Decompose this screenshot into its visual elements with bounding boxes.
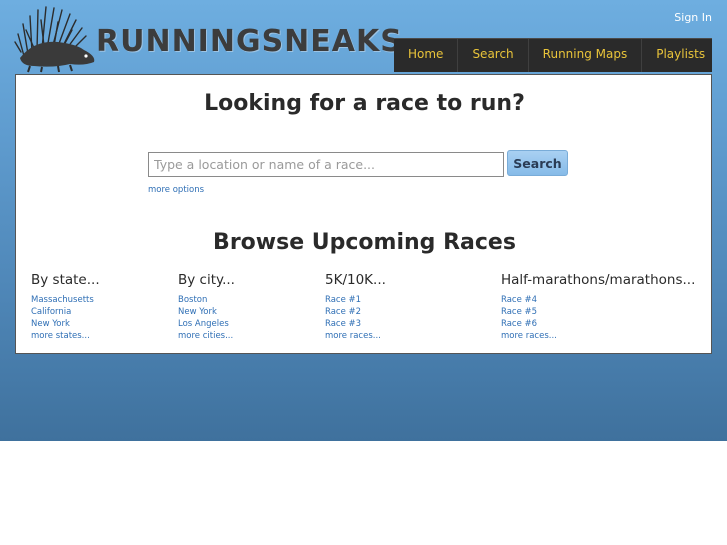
main-panel: Looking for a race to run? Search more o… bbox=[15, 74, 712, 354]
race-link-3[interactable]: Race #3 bbox=[325, 318, 386, 330]
column-heading: Half-marathons/marathons... bbox=[501, 272, 696, 288]
search-button[interactable]: Search bbox=[507, 150, 568, 176]
browse-5k-10k: 5K/10K... Race #1 Race #2 Race #3 more r… bbox=[325, 272, 386, 342]
race-link-6[interactable]: Race #6 bbox=[501, 318, 695, 330]
city-link-los-angeles[interactable]: Los Angeles bbox=[178, 318, 235, 330]
logo-wordmark: RUNNINGSNEAKS bbox=[96, 24, 403, 59]
nav-search[interactable]: Search bbox=[458, 39, 529, 72]
city-link-new-york[interactable]: New York bbox=[178, 306, 235, 318]
search-heading: Looking for a race to run? bbox=[204, 91, 525, 116]
browse-by-city: By city... Boston New York Los Angeles m… bbox=[178, 272, 235, 342]
more-cities-link[interactable]: more cities... bbox=[178, 330, 235, 342]
more-races-link[interactable]: more races... bbox=[325, 330, 386, 342]
race-search-input[interactable] bbox=[148, 152, 504, 177]
browse-marathons: Half-marathons/marathons... Race #4 Race… bbox=[501, 272, 695, 342]
main-nav: Home Search Running Maps Playlists bbox=[394, 38, 712, 72]
column-heading: By city... bbox=[178, 272, 235, 288]
nav-playlists[interactable]: Playlists bbox=[642, 39, 719, 72]
race-link-1[interactable]: Race #1 bbox=[325, 294, 386, 306]
more-states-link[interactable]: more states... bbox=[31, 330, 100, 342]
race-link-4[interactable]: Race #4 bbox=[501, 294, 695, 306]
nav-home[interactable]: Home bbox=[394, 39, 459, 72]
nav-running-maps[interactable]: Running Maps bbox=[529, 39, 643, 72]
race-link-2[interactable]: Race #2 bbox=[325, 306, 386, 318]
site-logo[interactable]: RUNNINGSNEAKS bbox=[14, 4, 402, 73]
hedgehog-logo-icon bbox=[14, 6, 95, 73]
column-heading: 5K/10K... bbox=[325, 272, 386, 288]
city-link-boston[interactable]: Boston bbox=[178, 294, 235, 306]
race-link-5[interactable]: Race #5 bbox=[501, 306, 695, 318]
browse-heading: Browse Upcoming Races bbox=[213, 230, 516, 255]
browse-by-state: By state... Massachusetts California New… bbox=[31, 272, 100, 342]
column-heading: By state... bbox=[31, 272, 100, 288]
state-link-california[interactable]: California bbox=[31, 306, 100, 318]
state-link-new-york[interactable]: New York bbox=[31, 318, 100, 330]
state-link-massachusetts[interactable]: Massachusetts bbox=[31, 294, 100, 306]
more-marathons-link[interactable]: more races... bbox=[501, 330, 695, 342]
sign-in-link[interactable]: Sign In bbox=[674, 11, 712, 24]
more-options-link[interactable]: more options bbox=[148, 185, 204, 195]
